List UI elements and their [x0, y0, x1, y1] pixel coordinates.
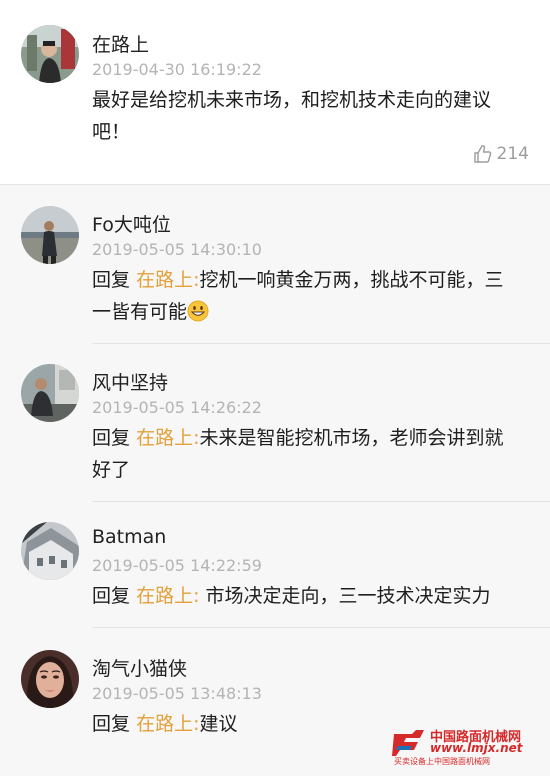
reply-prefix: 回复: [92, 427, 131, 449]
avatar[interactable]: [21, 650, 79, 708]
reply-text: 回复 在路上: 市场决定走向，三一技术决定实力: [92, 580, 522, 612]
reply-divider: [92, 343, 550, 344]
comment-timestamp: 2019-05-05 14:26:22: [92, 398, 262, 417]
reply-content: 市场决定走向，三一技术决定实力: [199, 585, 491, 607]
reply-target-link[interactable]: 在路上:: [136, 427, 199, 449]
grinning-face-emoji: [187, 300, 209, 322]
reply-target-link[interactable]: 在路上:: [136, 269, 199, 291]
comment-timestamp: 2019-04-30 16:19:22: [92, 60, 262, 79]
reply-content: 建议: [199, 713, 238, 735]
reply-prefix: 回复: [92, 269, 131, 291]
woman-portrait-avatar: [21, 650, 79, 708]
reply-text: 回复 在路上:挖机一响黄金万两，挑战不可能，三一皆有可能: [92, 264, 522, 328]
thumbs-up-icon: [473, 145, 491, 163]
person-photo-avatar: [21, 206, 79, 264]
commenter-name[interactable]: 风中坚持: [92, 368, 168, 395]
reply-list: Fo大吨位 2019-05-05 14:30:10 回复 在路上:挖机一响黄金万…: [0, 185, 550, 776]
watermark-url: www.lmjx.net: [430, 741, 523, 755]
original-comment: 在路上 2019-04-30 16:19:22 最好是给挖机未来市场，和挖机技术…: [0, 0, 550, 185]
commenter-name[interactable]: Fo大吨位: [92, 210, 171, 237]
reply-text: 回复 在路上:未来是智能挖机市场，老师会讲到就好了: [92, 422, 522, 486]
comment-thread: 在路上 2019-04-30 16:19:22 最好是给挖机未来市场，和挖机技术…: [0, 0, 550, 776]
avatar[interactable]: [21, 522, 79, 580]
person-photo-avatar: [21, 364, 79, 422]
avatar[interactable]: [21, 25, 79, 83]
commenter-name[interactable]: 淘气小猫侠: [92, 654, 187, 681]
commenter-name[interactable]: 在路上: [92, 30, 149, 57]
avatar[interactable]: [21, 206, 79, 264]
reply-divider: [92, 627, 550, 628]
reply-divider: [92, 501, 550, 502]
reply-prefix: 回复: [92, 713, 131, 735]
person-photo-avatar: [21, 25, 79, 83]
watermark-subtitle: 买卖设备上中国路面机械网: [394, 757, 490, 766]
reply-target-link[interactable]: 在路上:: [136, 713, 199, 735]
comment-timestamp: 2019-05-05 14:30:10: [92, 240, 262, 259]
comment-timestamp: 2019-05-05 14:22:59: [92, 556, 262, 575]
building-photo-avatar: [21, 522, 79, 580]
avatar[interactable]: [21, 364, 79, 422]
like-count: 214: [496, 144, 529, 164]
like-button[interactable]: 214: [473, 142, 529, 166]
commenter-name[interactable]: Batman: [92, 526, 166, 548]
reply-target-link[interactable]: 在路上:: [136, 585, 199, 607]
site-logo-icon: [392, 730, 424, 756]
reply-prefix: 回复: [92, 585, 131, 607]
comment-timestamp: 2019-05-05 13:48:13: [92, 684, 262, 703]
site-watermark: 中国路面机械网 www.lmjx.net 买卖设备上中国路面机械网: [392, 724, 542, 768]
comment-text: 最好是给挖机未来市场，和挖机技术走向的建议吧！: [92, 89, 492, 143]
